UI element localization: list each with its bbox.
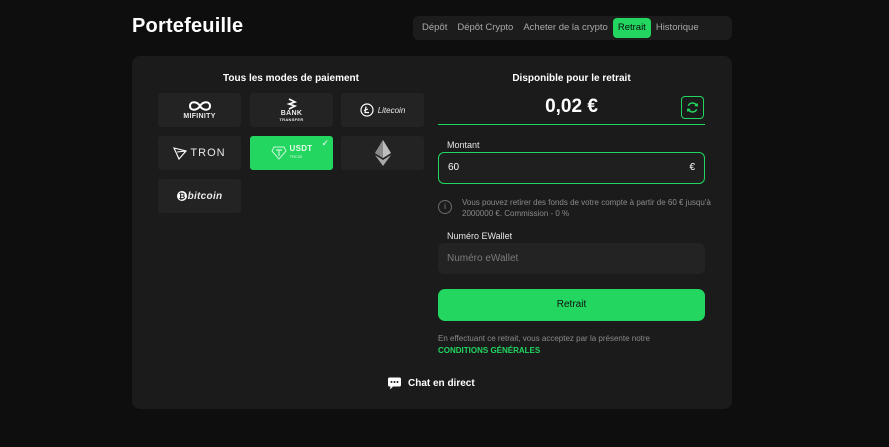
payment-method-bitcoin[interactable]: ₿ bitcoin	[158, 179, 241, 213]
amount-value: 60	[448, 162, 460, 173]
info-icon: i	[438, 200, 452, 214]
amount-field[interactable]: 60 €	[438, 152, 705, 184]
chat-label: Chat en direct	[408, 378, 475, 389]
payment-method-label: bitcoin	[187, 190, 223, 202]
usdt-icon	[270, 146, 287, 160]
wallet-tabs: Dépôt Dépôt Crypto Acheter de la crypto …	[413, 16, 732, 40]
payment-method-label: TRON	[190, 147, 226, 159]
payment-method-sublabel: TRC20	[289, 154, 303, 159]
litecoin-icon	[360, 103, 374, 117]
refresh-button[interactable]	[681, 96, 704, 119]
amount-label: Montant	[447, 140, 480, 150]
tab-retrait[interactable]: Retrait	[612, 18, 651, 38]
svg-text:₿: ₿	[178, 192, 185, 201]
payment-method-sublabel: TRANSFER	[279, 117, 304, 122]
balance-box: 0,02 €	[438, 91, 705, 125]
tron-icon	[173, 147, 188, 160]
terms-text: En effectuant ce retrait, vous acceptez …	[438, 334, 650, 343]
ethereum-icon	[374, 140, 391, 166]
payment-methods-heading: Tous les modes de paiement	[223, 73, 359, 84]
payment-method-label: Litecoin	[377, 105, 406, 115]
payment-method-mifinity[interactable]: MIFINITY	[158, 93, 241, 127]
withdraw-button[interactable]: Retrait	[438, 289, 705, 321]
refresh-icon	[686, 102, 699, 113]
live-chat-button[interactable]: Chat en direct	[387, 377, 475, 390]
info-text: Vous pouvez retirer des fonds de votre c…	[462, 198, 711, 218]
payment-method-tron[interactable]: TRON	[158, 136, 241, 170]
infinity-icon	[188, 101, 211, 111]
payment-method-label: BANK	[280, 110, 303, 117]
tab-depot-crypto[interactable]: Dépôt Crypto	[452, 18, 518, 38]
tab-depot[interactable]: Dépôt	[417, 18, 452, 38]
bitcoin-icon: ₿	[176, 191, 187, 201]
terms-link[interactable]: CONDITIONS GÉNÉRALES	[438, 346, 540, 355]
currency-symbol: €	[689, 162, 695, 173]
page-title: Portefeuille	[132, 15, 244, 37]
tab-historique[interactable]: Historique	[651, 18, 704, 38]
balance-value: 0,02 €	[545, 96, 598, 117]
tab-buy-crypto[interactable]: Acheter de la crypto	[518, 18, 613, 38]
payment-method-label: MIFINITY	[183, 113, 216, 120]
bank-transfer-icon	[285, 98, 297, 110]
ewallet-number-input[interactable]	[438, 243, 705, 274]
terms-notice: En effectuant ce retrait, vous acceptez …	[438, 333, 728, 357]
payment-method-label: USDT	[289, 144, 313, 153]
wallet-label: Numéro EWallet	[447, 231, 513, 241]
payment-method-litecoin[interactable]: Litecoin	[341, 93, 424, 127]
payment-method-bank-transfer[interactable]: BANK TRANSFER	[250, 93, 333, 127]
chat-icon	[388, 377, 401, 390]
payment-method-ethereum[interactable]	[341, 136, 424, 170]
payment-method-usdt[interactable]: ✓ USDT TRC20	[250, 136, 333, 170]
available-label: Disponible pour le retrait	[512, 73, 631, 84]
check-icon: ✓	[321, 138, 329, 148]
